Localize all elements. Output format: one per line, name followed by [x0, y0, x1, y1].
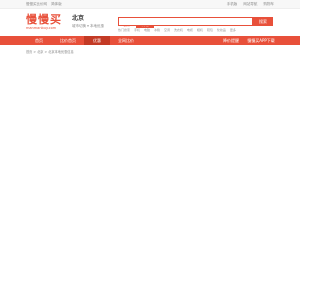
- hot-searches: 热门搜索 手机 电脑 冰箱 空调 洗衣机 电视 相机 鞋包 化妆品 更多: [118, 28, 239, 32]
- search-button[interactable]: 搜索: [253, 17, 273, 26]
- top-bar-right: 手机版 网站导航 购物车: [222, 0, 274, 8]
- logo-domain: manmanbuy.com: [26, 26, 57, 30]
- city-name: 北京: [72, 15, 85, 22]
- top-link-sitemap[interactable]: 网站导航: [243, 2, 257, 6]
- nav-item-compare-home[interactable]: 比价首页: [55, 36, 81, 45]
- site-logo[interactable]: 慢慢买 manmanbuy.com: [26, 13, 66, 31]
- hot-link[interactable]: 鞋包: [207, 28, 213, 32]
- nav-item-home[interactable]: 首页: [26, 36, 52, 45]
- top-link-home[interactable]: 慢慢买比价网: [26, 2, 47, 6]
- hot-link[interactable]: 化妆品: [217, 28, 226, 32]
- city-subtitle: 城市切换 ▾ 本地优惠: [72, 24, 104, 28]
- hot-link[interactable]: 电脑: [144, 28, 150, 32]
- nav-item-app[interactable]: 慢慢买APP下载: [246, 36, 276, 45]
- breadcrumb: 首页 > 北京 > 北京本地优惠信息: [26, 50, 74, 54]
- main-nav: 首页 比价首页 优惠 全网比价 降价提醒 慢慢买APP下载: [0, 36, 300, 45]
- hot-link[interactable]: 电视: [187, 28, 193, 32]
- hot-link[interactable]: 洗衣机: [174, 28, 183, 32]
- top-link-lang[interactable]: 简体版: [51, 2, 62, 6]
- logo-text: 慢慢买: [26, 13, 62, 26]
- city-selector[interactable]: 北京 城市切换 ▾ 本地优惠: [72, 15, 104, 29]
- hot-link[interactable]: 冰箱: [154, 28, 160, 32]
- nav-item-deals[interactable]: 优惠: [84, 36, 110, 45]
- top-bar-left: 慢慢买比价网 简体版: [26, 0, 65, 8]
- top-link-mobile[interactable]: 手机版: [227, 2, 238, 6]
- nav-item-all-compare[interactable]: 全网比价: [113, 36, 139, 45]
- hot-link[interactable]: 相机: [197, 28, 203, 32]
- top-bar: 慢慢买比价网 简体版 手机版 网站导航 购物车: [0, 0, 300, 9]
- hot-link[interactable]: 手机: [134, 28, 140, 32]
- top-link-cart[interactable]: 购物车: [264, 2, 275, 6]
- hot-link[interactable]: 空调: [164, 28, 170, 32]
- search-box: [118, 17, 253, 36]
- hot-label: 热门搜索: [118, 28, 131, 32]
- hot-more[interactable]: 更多: [230, 28, 236, 32]
- nav-item-price-alert[interactable]: 降价提醒: [218, 36, 244, 45]
